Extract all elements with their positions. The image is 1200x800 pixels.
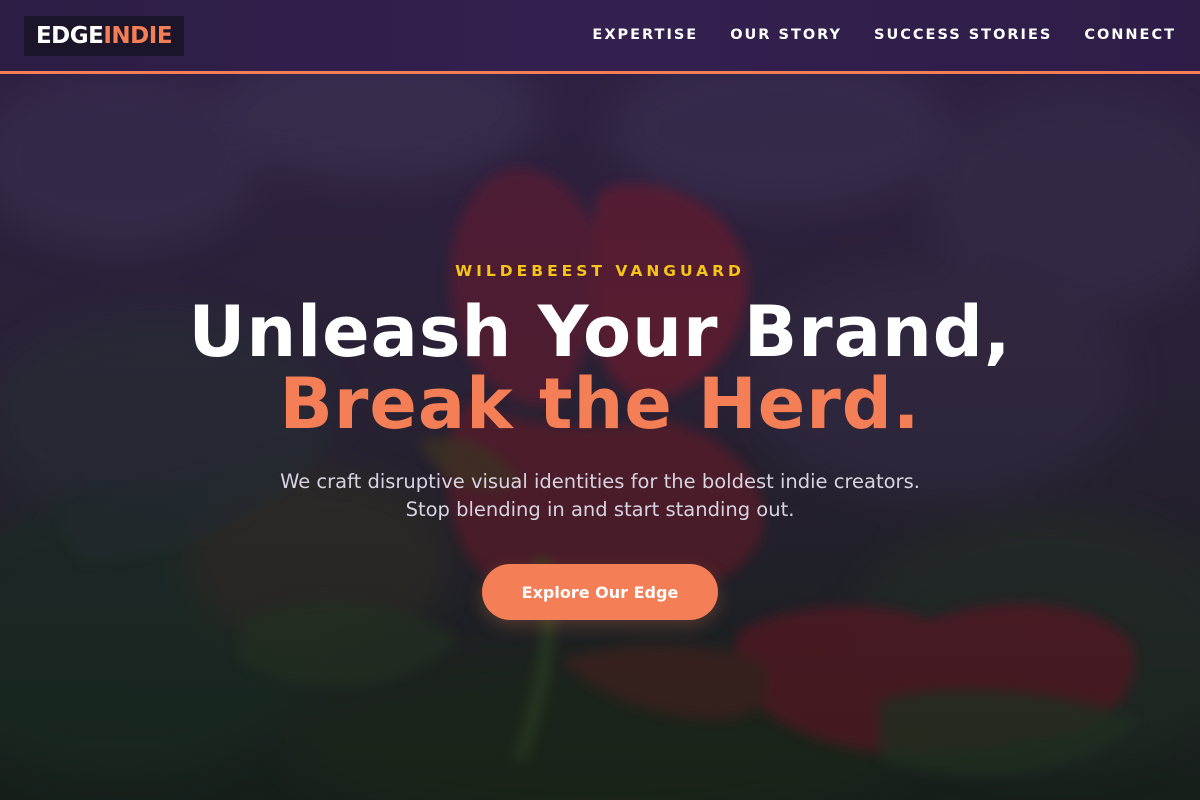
- nav-link-connect[interactable]: CONNECT: [1084, 27, 1176, 43]
- top-navbar: EDGE INDIE EXPERTISE OUR STORY SUCCESS ST…: [0, 0, 1200, 74]
- logo-text-indie: INDIE: [103, 23, 173, 49]
- subtext-line-2: Stop blending in and start standing out.: [405, 498, 795, 521]
- hero-eyebrow: WILDEBEEST VANGUARD: [455, 262, 745, 280]
- hero-headline: Unleash Your Brand, Break the Herd.: [0, 296, 1200, 440]
- nav-link-expertise[interactable]: EXPERTISE: [592, 27, 698, 43]
- nav-link-our-story[interactable]: OUR STORY: [730, 27, 842, 43]
- explore-edge-button[interactable]: Explore Our Edge: [482, 564, 718, 620]
- brand-logo[interactable]: EDGE INDIE: [24, 16, 184, 56]
- headline-line-2: Break the Herd.: [279, 363, 921, 445]
- main-nav: EXPERTISE OUR STORY SUCCESS STORIES CONN…: [560, 27, 1176, 43]
- logo-text-edge: EDGE: [35, 23, 104, 49]
- subtext-line-1: We craft disruptive visual identities fo…: [280, 470, 920, 493]
- nav-link-success-stories[interactable]: SUCCESS STORIES: [874, 27, 1052, 43]
- hero-section: WILDEBEEST VANGUARD Unleash Your Brand, …: [0, 0, 1200, 800]
- hero-subtext: We craft disruptive visual identities fo…: [0, 468, 1200, 524]
- headline-line-1: Unleash Your Brand,: [188, 291, 1012, 373]
